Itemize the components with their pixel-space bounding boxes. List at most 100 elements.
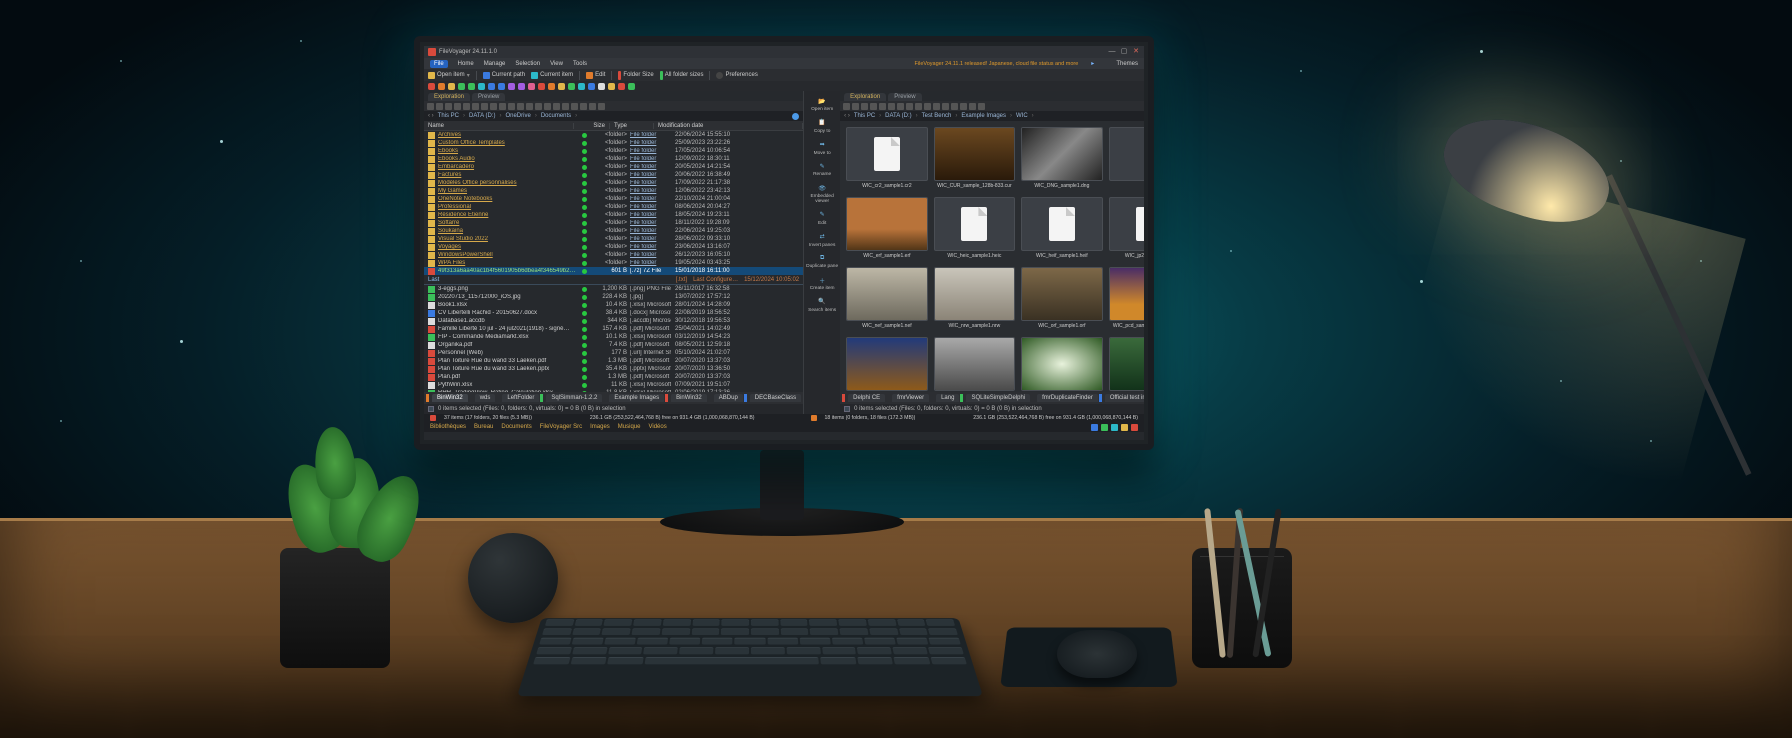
tb-icon[interactable] [888,103,895,110]
tb-icon[interactable] [861,103,868,110]
tb-icon[interactable] [553,103,560,110]
bm-icon[interactable] [498,83,505,90]
tb-icon[interactable] [499,103,506,110]
file-row[interactable]: 20220713_115712000_iOS.jpg 228.4 KB [.jp… [424,293,803,301]
breadcrumb[interactable]: ‹ › This PC› DATA (D:)› Test Bench› Exam… [840,111,1144,121]
file-row[interactable]: FIP - Commande Mediamarkt.xlsx 10.1 KB [… [424,333,803,341]
thumbnail[interactable]: WIC_pcx_sample_128b-833.pcx [846,337,927,392]
crumb[interactable]: Test Bench [922,113,952,119]
ribbon-open[interactable]: Open item▾ [428,72,470,79]
path-tab[interactable]: Delphi CE [848,394,885,402]
bm-icon[interactable] [548,83,555,90]
tb-icon[interactable] [517,103,524,110]
path-tab[interactable]: Example Images [609,394,664,402]
bm-icon[interactable] [528,83,535,90]
mid-action[interactable]: ⧉ Duplicate pane [806,252,838,270]
file-row[interactable]: Organika.pdf 7.4 KB [.pdf] Microsoft E… … [424,341,803,349]
tb-icon[interactable] [454,103,461,110]
tb-icon[interactable] [897,103,904,110]
crumb[interactable]: DATA (D:) [469,113,495,119]
bm-icon[interactable] [468,83,475,90]
menu-themes[interactable]: Themes [1116,61,1138,67]
menu-view[interactable]: View [550,61,563,67]
path-tab[interactable]: Official test images [1105,394,1144,402]
quicklink[interactable]: FileVoyager Src [540,424,582,430]
thumbnail[interactable]: WIC_erf_sample1.erf [846,197,927,261]
crumb[interactable]: This PC [438,113,459,119]
column-headers[interactable]: Name Size Type Modification date [424,121,803,131]
path-tab[interactable]: Lang [936,394,959,402]
path-tab[interactable]: BinWin32 [671,394,707,402]
file-list[interactable]: Archives <folder> File folder 22/06/2024… [424,131,803,392]
bm-icon[interactable] [608,83,615,90]
crumb[interactable]: DATA (D:) [885,113,911,119]
thumbnail[interactable]: WIC_pcd_sample_128b-853.pcd [1109,267,1144,331]
tb-icon[interactable] [508,103,515,110]
folder-row[interactable]: Voyages <folder> File folder 23/06/2024 … [424,243,803,251]
menu-selection[interactable]: Selection [515,61,540,67]
bm-icon[interactable] [428,83,435,90]
thumbnail[interactable]: WIC_DNG_sample1.dng [1021,127,1102,191]
crumb[interactable]: Documents [541,113,571,119]
bm-icon[interactable] [438,83,445,90]
bm-icon[interactable] [588,83,595,90]
path-tab[interactable]: SQLiteSimpleDelphi [966,394,1030,402]
tb-icon[interactable] [481,103,488,110]
thumbnail[interactable]: WIC_cr2_sample1.cr2 [846,127,927,191]
path-tab[interactable]: BinWin32 [432,394,468,402]
thumbnail[interactable]: WIC_CUR_sample_128b-833.cur [934,127,1015,191]
quicklink[interactable]: Bibliothèques [430,424,466,430]
folder-row[interactable]: Embarcadero <folder> File folder 20/05/2… [424,163,803,171]
quicklink[interactable]: Images [590,424,610,430]
tb-icon[interactable] [969,103,976,110]
file-row[interactable]: CV Libertelli Rachid - 20150627.docx 38.… [424,309,803,317]
mid-action[interactable]: 📋 Copy to [814,117,831,135]
folder-row[interactable]: OneNote Notebooks <folder> File folder 2… [424,195,803,203]
file-row[interactable]: Personnel (Web) 177 B [.url] Internet Sh… [424,349,803,357]
folder-row[interactable]: Visual Studio 2022 <folder> File folder … [424,235,803,243]
tray-icon[interactable] [1121,424,1128,431]
ribbon-prefs[interactable]: Preferences [716,72,757,79]
tb-icon[interactable] [598,103,605,110]
left-tabstrip[interactable]: BinWin32 wds LeftFolder SqlSimman-1.2.2 … [424,392,803,404]
tb-icon[interactable] [580,103,587,110]
mid-action[interactable]: ✎ Rename [813,160,831,178]
folder-row[interactable]: Factures <folder> File folder 20/06/2022… [424,171,803,179]
bm-icon[interactable] [458,83,465,90]
folder-row[interactable]: My Games <folder> File folder 12/06/2022… [424,187,803,195]
col-name[interactable]: Name [424,123,574,129]
file-row[interactable]: 3-eggs.png 1,200 KB [.png] PNG File 26/1… [424,285,803,293]
file-row[interactable]: Plan Toiture Rue du wand 33 Laeken.pptx … [424,365,803,373]
mid-action[interactable]: ＋ Create item [810,274,835,292]
bm-icon[interactable] [558,83,565,90]
bm-icon[interactable] [568,83,575,90]
mid-action[interactable]: 🔍 Search items [808,296,836,314]
group-header[interactable]: Last [.txt] Last Configure… 15/12/2024 1… [424,275,803,285]
folder-row[interactable]: Ebooks <folder> File folder 17/05/2024 1… [424,147,803,155]
bm-icon[interactable] [478,83,485,90]
news-ticker[interactable]: FileVoyager 24.11.1 released! Japanese, … [915,61,1079,67]
file-row[interactable]: 49f313a6aa40ac1b4f5601905b6dbea4f346549b… [424,267,803,275]
left-toolbar[interactable] [424,101,803,111]
folder-row[interactable]: Archives <folder> File folder 22/06/2024… [424,131,803,139]
file-row[interactable]: Plan Toiture Rue du wand 33 Laeken.pdf 1… [424,357,803,365]
file-row[interactable]: Famille Liberté 10 jul - 24 jul2021(1918… [424,325,803,333]
tb-icon[interactable] [472,103,479,110]
tb-icon[interactable] [490,103,497,110]
minimize-button[interactable]: — [1108,48,1116,56]
thumbnail[interactable]: WIC_nrw_sample1.nrw [934,267,1015,331]
bm-icon[interactable] [488,83,495,90]
tray-icon[interactable] [1091,424,1098,431]
bm-icon[interactable] [538,83,545,90]
right-tabs[interactable]: Exploration Preview [840,91,1144,101]
tb-icon[interactable] [852,103,859,110]
titlebar[interactable]: FileVoyager 24.11.1.0 — ▢ ✕ [424,46,1144,58]
tab-preview[interactable]: Preview [888,93,921,101]
thumbnail[interactable]: WIC_heif_sample1.heif [1021,197,1102,261]
bm-icon[interactable] [578,83,585,90]
left-tabs[interactable]: Exploration Preview [424,91,803,101]
folder-row[interactable]: Résidence Etienne <folder> File folder 1… [424,211,803,219]
right-toolbar[interactable] [840,101,1144,111]
col-size[interactable]: Size [574,123,610,129]
bm-icon[interactable] [598,83,605,90]
